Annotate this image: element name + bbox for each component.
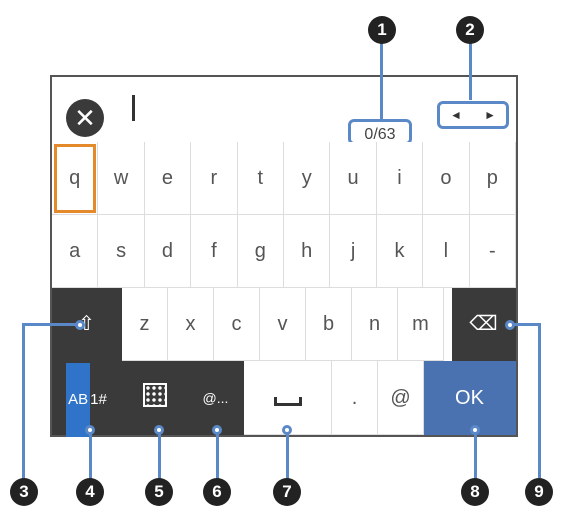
callout-dot xyxy=(212,425,222,435)
key-l[interactable]: l xyxy=(423,215,470,288)
callout-line xyxy=(469,40,472,100)
callout-dot xyxy=(282,425,292,435)
callout-8: 8 xyxy=(461,478,489,506)
key-o[interactable]: o xyxy=(423,142,470,215)
left-arrow-icon[interactable]: ◄ xyxy=(450,104,462,126)
key-x[interactable]: x xyxy=(168,288,214,361)
text-entry-area[interactable]: ✕ 0/63 ◄ ► xyxy=(52,77,516,145)
space-icon xyxy=(273,397,302,406)
key-i[interactable]: i xyxy=(376,142,424,215)
callout-2: 2 xyxy=(456,16,484,44)
ok-key[interactable]: OK xyxy=(424,361,516,435)
symbols-key[interactable]: @... xyxy=(188,361,244,435)
key-h[interactable]: h xyxy=(284,215,331,288)
callout-1: 1 xyxy=(368,16,396,44)
callout-line xyxy=(380,40,383,119)
callout-4: 4 xyxy=(76,478,104,506)
mode-num-label: 1# xyxy=(90,391,107,408)
key-u[interactable]: u xyxy=(330,142,377,215)
callout-7: 7 xyxy=(273,478,301,506)
key-z[interactable]: z xyxy=(122,288,168,361)
callout-9: 9 xyxy=(525,478,553,506)
key-a[interactable]: a xyxy=(52,215,99,288)
key-t[interactable]: t xyxy=(237,142,284,215)
key-w[interactable]: w xyxy=(98,142,145,215)
keypad-grid-icon xyxy=(142,383,167,407)
callout-dot xyxy=(470,425,480,435)
callout-line xyxy=(89,430,92,480)
key-q[interactable]: q xyxy=(52,142,99,215)
key-k[interactable]: k xyxy=(376,215,424,288)
callout-5: 5 xyxy=(145,478,173,506)
space-key[interactable] xyxy=(244,361,332,435)
callout-line xyxy=(22,323,25,485)
callout-line xyxy=(474,430,477,480)
key-y[interactable]: y xyxy=(284,142,331,215)
callout-line xyxy=(538,323,541,478)
input-mode-key[interactable]: AB 1# xyxy=(52,361,122,437)
key-s[interactable]: s xyxy=(98,215,145,288)
cursor-arrows[interactable]: ◄ ► xyxy=(437,101,509,129)
lcd-screen: ✕ 0/63 ◄ ► q w e r t y u i o p a s d f g h j k l - ⇧ z x c v b n m ⌫… xyxy=(50,75,518,437)
key-m[interactable]: m xyxy=(398,288,444,361)
callout-dot xyxy=(85,425,95,435)
key-d[interactable]: d xyxy=(144,215,192,288)
callout-dot xyxy=(505,320,515,330)
key-b[interactable]: b xyxy=(306,288,352,361)
key-g[interactable]: g xyxy=(237,215,284,288)
callout-line xyxy=(216,430,219,480)
callout-line xyxy=(22,323,77,326)
right-arrow-icon[interactable]: ► xyxy=(484,104,496,126)
layout-key[interactable] xyxy=(122,361,188,435)
callout-3: 3 xyxy=(10,478,38,506)
clear-icon[interactable]: ✕ xyxy=(66,99,104,137)
period-key[interactable]: . xyxy=(332,361,378,435)
callout-6: 6 xyxy=(203,478,231,506)
key-p[interactable]: p xyxy=(469,142,516,215)
text-cursor xyxy=(132,95,135,121)
key-c[interactable]: c xyxy=(214,288,260,361)
callout-dot xyxy=(75,320,85,330)
key-hyphen[interactable]: - xyxy=(469,215,516,288)
callout-line xyxy=(286,430,289,480)
key-n[interactable]: n xyxy=(352,288,398,361)
key-v[interactable]: v xyxy=(260,288,306,361)
key-f[interactable]: f xyxy=(191,215,238,288)
key-j[interactable]: j xyxy=(330,215,377,288)
key-e[interactable]: e xyxy=(144,142,192,215)
callout-dot xyxy=(154,425,164,435)
key-r[interactable]: r xyxy=(191,142,238,215)
callout-line xyxy=(158,430,161,480)
at-key[interactable]: @ xyxy=(378,361,424,435)
